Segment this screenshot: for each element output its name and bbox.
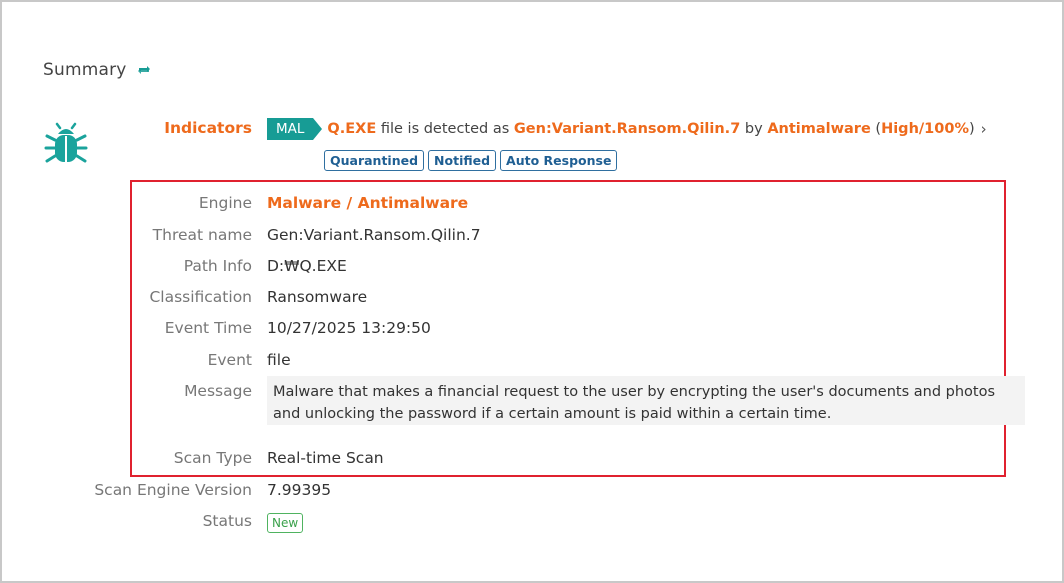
event-time-row: Event Time 10/27/2025 13:29:50 [0, 319, 1064, 341]
engine-row: Engine Malware / Antimalware [0, 194, 1064, 216]
path-info-label: Path Info [183, 257, 252, 275]
message-label: Message [184, 382, 252, 400]
scan-engine-version-value: 7.99395 [267, 481, 332, 499]
summary-header: Summary [43, 60, 152, 80]
path-info-row: Path Info D:₩Q.EXE [0, 257, 1064, 279]
classification-row: Classification Ransomware [0, 288, 1064, 310]
event-label: Event [207, 351, 252, 369]
quarantined-badge: Quarantined [324, 150, 425, 171]
detected-text: file is detected as [380, 121, 510, 137]
scan-type-label: Scan Type [173, 449, 252, 467]
refresh-icon[interactable] [136, 62, 152, 78]
status-badge: New [267, 513, 304, 533]
message-text: Malware that makes a financial request t… [267, 376, 1025, 425]
mal-tag: MAL [267, 118, 323, 140]
by-text: by [744, 121, 763, 137]
scan-engine-version-row: Scan Engine Version 7.99395 [0, 481, 1064, 503]
status-label: Status [202, 512, 252, 530]
threat-name-value: Gen:Variant.Ransom.Qilin.7 [267, 226, 481, 244]
classification-value: Ransomware [267, 288, 368, 306]
notified-badge: Notified [428, 150, 497, 171]
auto-response-badge: Auto Response [500, 150, 618, 171]
event-time-value: 10/27/2025 13:29:50 [267, 319, 431, 337]
bug-icon [44, 122, 88, 166]
threat-name-row: Threat name Gen:Variant.Ransom.Qilin.7 [0, 226, 1064, 248]
indicators-label: Indicators [164, 119, 252, 137]
scan-type-row: Scan Type Real-time Scan [0, 449, 1064, 471]
scan-engine-version-label: Scan Engine Version [94, 481, 252, 499]
summary-title: Summary [43, 60, 127, 80]
indicator-summary[interactable]: MAL Q.EXE file is detected as Gen:Varian… [267, 118, 987, 140]
status-row: Status [0, 512, 1064, 534]
event-row: Event file [0, 351, 1064, 373]
close-paren: ) [968, 121, 975, 137]
path-info-value: D:₩Q.EXE [267, 257, 347, 275]
engine-label: Engine [198, 194, 252, 212]
file-name: Q.EXE [327, 121, 377, 137]
event-time-label: Event Time [164, 319, 252, 337]
severity: High/100% [881, 121, 969, 137]
chevron-right-icon[interactable]: › [981, 120, 987, 138]
classification-label: Classification [149, 288, 252, 306]
detection-engine: Antimalware [767, 121, 871, 137]
threat-name-label: Threat name [152, 226, 252, 244]
engine-value: Malware / Antimalware [267, 194, 469, 212]
event-value: file [267, 351, 291, 369]
indicator-badges: Quarantined Notified Auto Response [324, 150, 621, 171]
detection-name: Gen:Variant.Ransom.Qilin.7 [513, 121, 741, 137]
scan-type-value: Real-time Scan [267, 449, 384, 467]
